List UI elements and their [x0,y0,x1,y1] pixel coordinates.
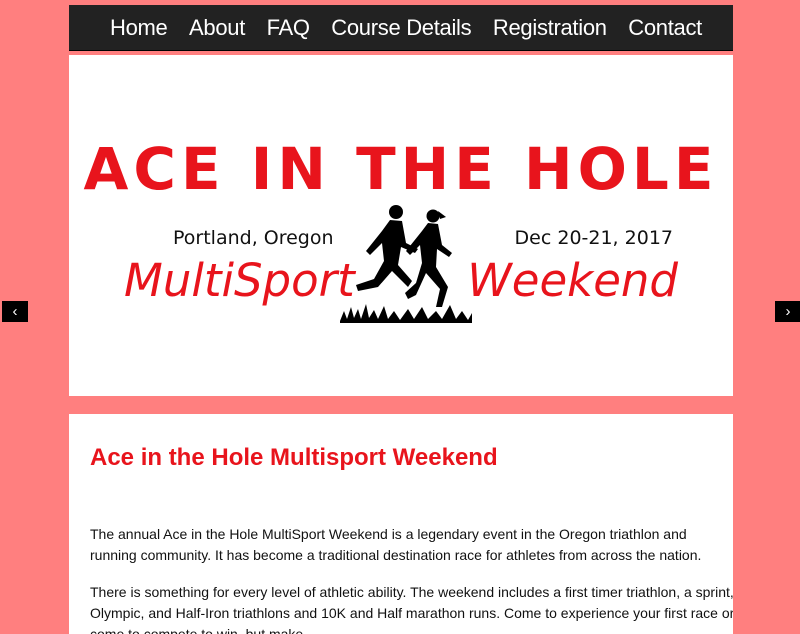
nav-faq[interactable]: FAQ [267,15,310,41]
nav-about[interactable]: About [189,15,245,41]
content-panel: Ace in the Hole Multisport Weekend The a… [69,414,733,634]
hero-title: ACE IN THE HOLE [83,135,719,203]
carousel-prev-button[interactable]: ‹ [2,301,28,322]
hero-banner: ACE IN THE HOLE Portland, Oregon Dec 20-… [69,55,733,396]
carousel-next-button[interactable]: › [775,301,800,322]
hero-weekend: Weekend [467,254,678,307]
runners-silhouette-icon [340,205,472,323]
main-nav: Home About FAQ Course Details Registrati… [69,5,733,51]
nav-course-details[interactable]: Course Details [331,15,471,41]
hero-multisport: MultiSport [124,254,355,307]
details-paragraph: There is something for every level of at… [90,584,733,634]
nav-registration[interactable]: Registration [493,15,607,41]
nav-contact[interactable]: Contact [628,15,702,41]
event-date: Dec 20-21, 2017 [514,227,673,249]
intro-paragraph: The annual Ace in the Hole MultiSport We… [90,526,702,563]
page-heading: Ace in the Hole Multisport Weekend [90,444,498,471]
nav-home[interactable]: Home [110,15,168,41]
event-location: Portland, Oregon [173,227,334,249]
